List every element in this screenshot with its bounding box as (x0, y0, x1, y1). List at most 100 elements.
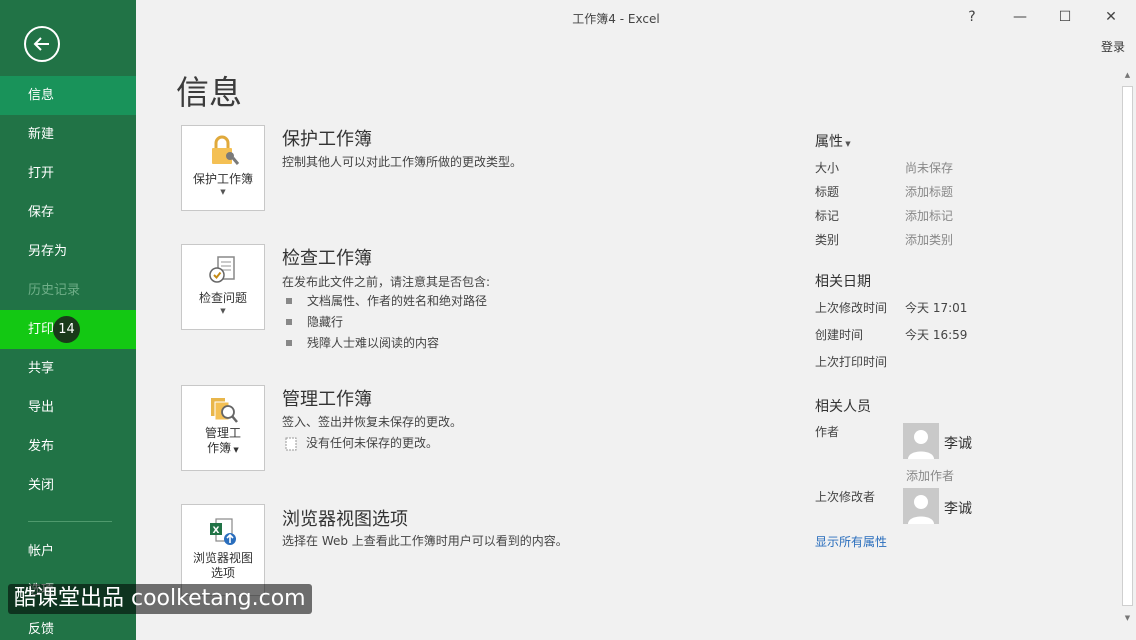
vertical-scrollbar[interactable]: ▲ ▼ (1121, 66, 1134, 636)
manage-note-text: 没有任何未保存的更改。 (306, 436, 439, 450)
close-button[interactable]: ✕ (1091, 4, 1131, 30)
author-name[interactable]: 李诚 (944, 433, 972, 453)
browser-card-label-line1: 浏览器视图 (192, 551, 253, 565)
add-author-link[interactable]: 添加作者 (906, 467, 954, 484)
protect-title: 保护工作簿 (282, 129, 372, 150)
excel-web-icon: X (210, 518, 236, 545)
bullet-icon (286, 318, 292, 325)
browser-desc: 选择在 Web 上查看此工作簿时用户可以看到的内容。 (282, 534, 568, 548)
nav-save-as[interactable]: 另存为 (0, 232, 136, 271)
chevron-down-icon: ▼ (843, 140, 851, 148)
backstage-nav: 信息 新建 打开 保存 另存为 历史记录 打印 14 共享 导出 发布 关闭 帐… (0, 76, 136, 640)
manage-note: 没有任何未保存的更改。 (284, 434, 438, 451)
nav-print[interactable]: 打印 14 (0, 310, 136, 349)
nav-share[interactable]: 共享 (0, 349, 136, 388)
manage-workbook-button[interactable]: 管理工 作簿 ▼ (181, 385, 265, 471)
manage-desc: 签入、签出并恢复未保存的更改。 (282, 415, 463, 429)
inspect-bullet: 残障人士难以阅读的内容 (286, 334, 439, 351)
related-dates-header: 相关日期 (815, 274, 871, 290)
nav-feedback[interactable]: 反馈 (0, 610, 136, 640)
modifier-name[interactable]: 李诚 (944, 498, 972, 518)
manage-versions-icon (211, 398, 238, 423)
nav-open[interactable]: 打开 (0, 154, 136, 193)
document-icon (285, 437, 297, 450)
inspect-title: 检查工作簿 (282, 248, 372, 269)
browser-view-options-button[interactable]: X 浏览器视图 选项 (181, 504, 265, 596)
add-category-field[interactable]: 添加类别 (905, 231, 953, 248)
date-value: 今天 17:01 (905, 301, 968, 315)
show-all-properties-link[interactable]: 显示所有属性 (815, 533, 887, 550)
nav-export[interactable]: 导出 (0, 388, 136, 427)
back-arrow-icon (33, 37, 49, 51)
prop-size-value: 尚未保存 (905, 161, 954, 175)
prop-tags-label: 标记 (815, 209, 840, 223)
scroll-down-icon[interactable]: ▼ (1121, 611, 1134, 625)
nav-new[interactable]: 新建 (0, 115, 136, 154)
nav-save[interactable]: 保存 (0, 193, 136, 232)
lock-key-icon (212, 135, 240, 165)
dropdown-arrow-icon: ▼ (220, 307, 226, 315)
inspect-document-icon (209, 256, 235, 283)
browser-title: 浏览器视图选项 (282, 509, 408, 530)
nav-info[interactable]: 信息 (0, 76, 136, 115)
manage-title: 管理工作簿 (282, 389, 372, 410)
backstage-sidebar: 信息 新建 打开 保存 另存为 历史记录 打印 14 共享 导出 发布 关闭 帐… (0, 0, 136, 640)
dropdown-arrow-icon: ▼ (220, 188, 226, 196)
avatar[interactable] (903, 423, 939, 459)
protect-desc: 控制其他人可以对此工作簿所做的更改类型。 (282, 155, 523, 169)
date-label: 上次打印时间 (815, 355, 888, 369)
step-badge: 14 (53, 316, 80, 343)
bullet-text: 隐藏行 (307, 315, 344, 329)
bullet-text: 残障人士难以阅读的内容 (307, 336, 440, 350)
inspect-bullet: 隐藏行 (286, 313, 343, 330)
protect-workbook-button[interactable]: 保护工作簿 ▼ (181, 125, 265, 211)
related-people-header: 相关人员 (815, 399, 871, 415)
login-link[interactable]: 登录 (1101, 38, 1125, 55)
manage-card-label-line1: 管理工 (204, 426, 241, 440)
prop-title-label: 标题 (815, 185, 840, 199)
add-title-field[interactable]: 添加标题 (905, 183, 953, 200)
prop-category-label: 类别 (815, 233, 840, 247)
nav-close[interactable]: 关闭 (0, 466, 136, 505)
avatar[interactable] (903, 488, 939, 524)
watermark: 酷课堂出品 coolketang.com (8, 584, 312, 614)
nav-print-label: 打印 (28, 322, 55, 337)
browser-card-label-line2: 选项 (210, 566, 235, 580)
properties-dropdown[interactable]: 属性 ▼ (815, 131, 851, 151)
person-icon (908, 430, 934, 459)
dropdown-arrow-icon: ▼ (231, 446, 239, 454)
scroll-up-icon[interactable]: ▲ (1121, 68, 1134, 82)
author-label: 作者 (815, 425, 840, 439)
bullet-text: 文档属性、作者的姓名和绝对路径 (307, 294, 488, 308)
date-value: 今天 16:59 (905, 328, 968, 342)
manage-card-label-line2: 作簿 (207, 441, 232, 455)
nav-publish[interactable]: 发布 (0, 427, 136, 466)
title-bar: 工作簿4 - Excel ? — ☐ ✕ (136, 0, 1136, 36)
page-title: 信息 (176, 73, 242, 112)
inspect-desc: 在发布此文件之前，请注意其是否包含: (282, 275, 491, 289)
browser-card-label: 浏览器视图 选项 (193, 551, 253, 581)
help-button[interactable]: ? (952, 4, 992, 30)
bullet-icon (286, 297, 292, 304)
nav-history: 历史记录 (28, 283, 81, 298)
date-label: 创建时间 (815, 328, 864, 342)
inspect-bullet: 文档属性、作者的姓名和绝对路径 (286, 292, 487, 309)
person-icon (908, 495, 934, 524)
manage-card-label: 管理工 作簿 ▼ (205, 426, 241, 458)
minimize-button[interactable]: — (1000, 4, 1040, 30)
nav-account[interactable]: 帐户 (0, 532, 136, 571)
bullet-icon (286, 339, 292, 346)
date-label: 上次修改时间 (815, 301, 888, 315)
maximize-button[interactable]: ☐ (1045, 4, 1085, 30)
prop-size-label: 大小 (815, 161, 840, 175)
last-modified-by-label: 上次修改者 (815, 490, 876, 504)
scroll-thumb[interactable] (1122, 86, 1133, 606)
check-issues-button[interactable]: 检查问题 ▼ (181, 244, 265, 330)
svg-text:X: X (213, 526, 220, 536)
properties-header: 属性 (815, 134, 843, 150)
nav-divider (28, 521, 112, 522)
protect-card-label: 保护工作簿 (192, 172, 253, 186)
check-card-label: 检查问题 (198, 291, 247, 305)
add-tags-field[interactable]: 添加标记 (905, 207, 953, 224)
back-button[interactable] (24, 26, 60, 62)
